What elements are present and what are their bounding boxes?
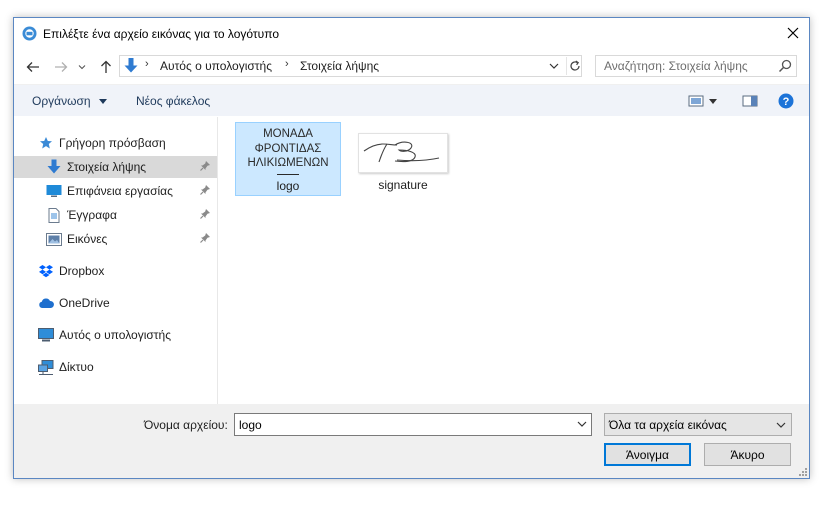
logo-thumbnail-underline	[277, 174, 299, 175]
dropbox-icon	[38, 263, 54, 279]
navigation-pane: Γρήγορη πρόσβαση Στοιχεία λήψης Επιφάνει…	[14, 117, 218, 404]
arrow-up-icon	[101, 60, 111, 73]
sidebar-item-quick-access[interactable]: Γρήγορη πρόσβαση	[38, 132, 166, 154]
command-bar: Οργάνωση Νέος φάκελος ?	[14, 84, 809, 116]
sidebar-item-pictures[interactable]: Εικόνες	[14, 228, 217, 250]
help-button[interactable]: ?	[777, 92, 795, 110]
logo-thumbnail-line: ΦΡΟΝΤΙΔΑΣ	[254, 142, 322, 155]
preview-pane-icon	[742, 95, 758, 107]
chevron-down-icon	[78, 65, 86, 70]
signature-image	[363, 141, 440, 163]
pin-icon	[200, 209, 210, 219]
download-icon	[46, 159, 62, 175]
breadcrumb-separator-icon: ›	[145, 58, 149, 70]
cancel-button[interactable]: Άκυρο	[704, 443, 791, 466]
breadcrumb-downloads[interactable]: Στοιχεία λήψης	[300, 59, 379, 73]
help-icon: ?	[778, 93, 794, 109]
sidebar-item-label: Αυτός ο υπολογιστής	[59, 328, 171, 342]
sidebar-item-label: Dropbox	[59, 264, 105, 278]
view-icon	[688, 95, 704, 107]
app-icon	[22, 26, 37, 41]
breadcrumb-this-pc[interactable]: Αυτός ο υπολογιστής	[160, 59, 272, 73]
file-name: logo	[276, 179, 300, 193]
sidebar-item-downloads[interactable]: Στοιχεία λήψης	[14, 156, 217, 178]
view-options-button[interactable]	[687, 92, 705, 110]
view-menu-button[interactable]	[707, 92, 719, 110]
filename-combobox[interactable]	[234, 413, 592, 436]
sidebar-item-network[interactable]: Δίκτυο	[38, 356, 94, 378]
recent-locations-button[interactable]	[77, 58, 87, 76]
back-button[interactable]	[24, 58, 42, 76]
desktop-icon	[46, 183, 62, 199]
refresh-icon	[569, 60, 580, 71]
arrow-left-icon	[26, 62, 39, 72]
file-name: signature	[378, 178, 428, 192]
logo-thumbnail: ΜΟΝΑΔΑ ΦΡΟΝΤΙΔΑΣ ΗΛΙΚΙΩΜΕΝΩΝ	[243, 127, 333, 175]
file-type-dropdown-button[interactable]	[774, 418, 788, 432]
sidebar-item-label: Έγγραφα	[67, 208, 117, 222]
pin-icon	[200, 161, 210, 171]
chevron-down-icon	[577, 421, 587, 427]
sidebar-item-label: Δίκτυο	[59, 360, 94, 374]
network-icon	[38, 359, 54, 375]
filename-dropdown-button[interactable]	[575, 417, 589, 431]
filename-label: Όνομα αρχείου:	[144, 418, 228, 432]
sidebar-item-dropbox[interactable]: Dropbox	[38, 260, 104, 282]
sidebar-item-desktop[interactable]: Επιφάνεια εργασίας	[14, 180, 217, 202]
chevron-down-icon	[549, 63, 559, 69]
window-title: Επιλέξτε ένα αρχείο εικόνας για το λογότ…	[43, 27, 279, 41]
logo-thumbnail-line: ΗΛΙΚΙΩΜΕΝΩΝ	[247, 157, 329, 169]
filename-input[interactable]	[235, 414, 570, 435]
download-folder-icon	[122, 57, 140, 75]
file-item-logo[interactable]: ΜΟΝΑΔΑ ΦΡΟΝΤΙΔΑΣ ΗΛΙΚΙΩΜΕΝΩΝ logo	[235, 122, 341, 196]
search-input[interactable]	[596, 56, 776, 76]
chevron-down-icon	[776, 422, 786, 428]
resize-grip-icon[interactable]	[798, 467, 808, 477]
star-icon	[38, 135, 54, 151]
organize-button[interactable]: Οργάνωση	[32, 94, 107, 108]
up-button[interactable]	[97, 58, 115, 76]
address-bar[interactable]: › Αυτός ο υπολογιστής › Στοιχεία λήψης	[119, 55, 582, 77]
organize-label: Οργάνωση	[32, 94, 91, 108]
sidebar-item-label: OneDrive	[59, 296, 110, 310]
new-folder-button[interactable]: Νέος φάκελος	[136, 94, 210, 108]
bottom-pane: Όνομα αρχείου: Όλα τα αρχεία εικόνας Άνο…	[14, 404, 809, 478]
search-box[interactable]	[595, 55, 797, 77]
file-type-value: Όλα τα αρχεία εικόνας	[609, 418, 727, 432]
close-button[interactable]	[777, 18, 809, 48]
file-item-signature[interactable]: signature	[350, 122, 456, 196]
forward-button[interactable]	[52, 58, 70, 76]
navigation-bar: › Αυτός ο υπολογιστής › Στοιχεία λήψης	[14, 50, 809, 84]
svg-text:?: ?	[783, 96, 790, 108]
logo-thumbnail-line: ΜΟΝΑΔΑ	[263, 128, 313, 140]
title-bar: Επιλέξτε ένα αρχείο εικόνας για το λογότ…	[14, 18, 809, 49]
pin-icon	[200, 185, 210, 195]
address-history-button[interactable]	[547, 58, 561, 74]
search-icon	[778, 59, 792, 73]
file-type-select[interactable]: Όλα τα αρχεία εικόνας	[604, 413, 792, 436]
sidebar-item-label: Γρήγορη πρόσβαση	[59, 136, 166, 150]
close-icon	[787, 27, 799, 39]
open-button[interactable]: Άνοιγμα	[604, 443, 691, 466]
refresh-button[interactable]	[566, 57, 582, 75]
computer-icon	[38, 327, 54, 343]
sidebar-item-label: Επιφάνεια εργασίας	[67, 184, 173, 198]
sidebar-item-this-pc[interactable]: Αυτός ο υπολογιστής	[38, 324, 171, 346]
signature-thumbnail	[358, 133, 448, 173]
sidebar-item-onedrive[interactable]: OneDrive	[38, 292, 110, 314]
onedrive-icon	[38, 295, 54, 311]
preview-pane-button[interactable]	[741, 92, 759, 110]
file-open-dialog: Επιλέξτε ένα αρχείο εικόνας για το λογότ…	[13, 17, 810, 479]
arrow-right-icon	[55, 62, 68, 72]
caret-down-icon	[709, 98, 717, 104]
sidebar-item-label: Εικόνες	[67, 232, 108, 246]
breadcrumb-separator-icon: ›	[285, 58, 289, 70]
file-list: ΜΟΝΑΔΑ ΦΡΟΝΤΙΔΑΣ ΗΛΙΚΙΩΜΕΝΩΝ logo signat…	[219, 117, 809, 404]
sidebar-item-label: Στοιχεία λήψης	[67, 160, 147, 174]
documents-icon	[46, 207, 62, 223]
pin-icon	[200, 233, 210, 243]
sidebar-item-documents[interactable]: Έγγραφα	[14, 204, 217, 226]
pictures-icon	[46, 231, 62, 247]
caret-down-icon	[98, 99, 107, 105]
